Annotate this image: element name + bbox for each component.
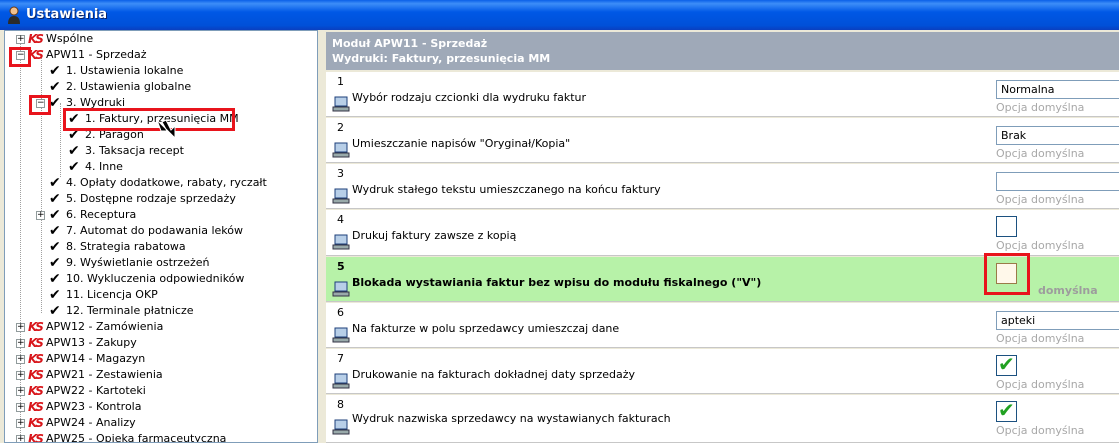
annotation-box-checkbox: [984, 253, 1030, 295]
expand-icon[interactable]: +: [16, 419, 25, 428]
expand-icon[interactable]: +: [16, 371, 25, 380]
option-row-1[interactable]: 1 Wybór rodzaju czcionki dla wydruku fak…: [326, 72, 1119, 117]
ks-logo-icon: KS: [28, 320, 44, 334]
checkmark-icon: ✔: [49, 207, 61, 223]
ks-logo-icon: KS: [28, 368, 44, 382]
checkmark-icon: ✔: [68, 159, 80, 175]
tree-item-apw13[interactable]: + KS APW13 - Zakupy: [5, 335, 305, 351]
expand-icon[interactable]: +: [16, 355, 25, 364]
tree-item-receptura[interactable]: + ✔ 6. Receptura: [5, 207, 305, 223]
tree-item-apw24[interactable]: + KS APW24 - Analizy: [5, 415, 305, 431]
seller-data-select[interactable]: apteki: [996, 311, 1119, 330]
panel-header-section: Wydruki: Faktury, przesunięcia MM: [332, 52, 551, 65]
ks-logo-icon: KS: [28, 400, 44, 414]
expand-icon[interactable]: +: [16, 323, 25, 332]
settings-window: Ustawienia + KS Wspólne − KS APW11 - Spr…: [0, 0, 1119, 443]
ks-logo-icon: KS: [28, 384, 44, 398]
option-row-6[interactable]: 6 Na fakturze w polu sprzedawcy umieszcz…: [326, 303, 1119, 348]
ks-logo-icon: KS: [28, 336, 44, 350]
ks-logo-icon: KS: [28, 352, 44, 366]
option-row-8[interactable]: 8 Wydruk nazwiska sprzedawcy na wystawia…: [326, 395, 1119, 443]
settings-panel: Moduł APW11 - Sprzedaż Wydruki: Faktury,…: [324, 30, 1119, 443]
tree-item-ustawienia-lokalne[interactable]: ✔ 1. Ustawienia lokalne: [5, 63, 305, 79]
panel-header-module: Moduł APW11 - Sprzedaż: [332, 37, 488, 50]
checkmark-icon: ✔: [49, 175, 61, 191]
checkmark-icon: ✔: [49, 271, 61, 287]
checkmark-icon: ✔: [49, 63, 61, 79]
tree-item-terminale[interactable]: ✔ 12. Terminale płatnicze: [5, 303, 305, 319]
tree-item-ostrzezenia[interactable]: ✔ 9. Wyświetlanie ostrzeżeń: [5, 255, 305, 271]
computer-icon: [332, 373, 350, 389]
expand-icon[interactable]: +: [16, 435, 25, 442]
footer-text-input[interactable]: [996, 172, 1119, 191]
checkmark-icon: ✔: [49, 255, 61, 271]
checkmark-icon: ✔: [49, 239, 61, 255]
computer-icon: [332, 234, 350, 250]
mouse-cursor-icon: [156, 119, 176, 140]
tree-item-taksacja[interactable]: ✔ 3. Taksacja recept: [5, 143, 305, 159]
tree-item-rodzaje-sprzedazy[interactable]: ✔ 5. Dostępne rodzaje sprzedaży: [5, 191, 305, 207]
expand-icon[interactable]: +: [36, 211, 45, 220]
checkmark-icon: ✔: [68, 143, 80, 159]
ks-logo-icon: KS: [28, 416, 44, 430]
option-row-3[interactable]: 3 Wydruk stałego tekstu umieszczanego na…: [326, 164, 1119, 209]
computer-icon: [332, 419, 350, 435]
annotation-box-wydruki-toggle: [29, 95, 51, 115]
tree-item-apw21[interactable]: + KS APW21 - Zestawienia: [5, 367, 305, 383]
option-row-5[interactable]: 5 Blokada wystawiania faktur bez wpisu d…: [326, 253, 1119, 302]
option-row-4[interactable]: 4 Drukuj faktury zawsze z kopią Opcja do…: [326, 210, 1119, 256]
computer-icon: [332, 188, 350, 204]
window-title: Ustawienia: [26, 7, 108, 22]
option-row-2[interactable]: 2 Umieszczanie napisów "Oryginał/Kopia" …: [326, 118, 1119, 163]
computer-icon: [332, 96, 350, 112]
tree-item-wykluczenia[interactable]: ✔ 10. Wykluczenia odpowiedników: [5, 271, 305, 287]
checkmark-icon: ✔: [49, 191, 61, 207]
tree-item-oplaty[interactable]: ✔ 4. Opłaty dodatkowe, rabaty, ryczałt: [5, 175, 305, 191]
settings-tree[interactable]: + KS Wspólne − KS APW11 - Sprzedaż ✔ 1. …: [4, 30, 318, 443]
seller-name-checkbox[interactable]: ✔: [996, 398, 1017, 422]
option-row-7[interactable]: 7 Drukowanie na fakturach dokładnej daty…: [326, 349, 1119, 394]
app-user-icon: [8, 6, 20, 24]
tree-item-wspolne[interactable]: + KS Wspólne: [5, 31, 305, 47]
computer-icon: [332, 142, 350, 158]
checkmark-icon: ✔: [998, 352, 1015, 376]
tree-item-apw12[interactable]: + KS APW12 - Zamówienia: [5, 319, 305, 335]
checkmark-icon: ✔: [49, 303, 61, 319]
checkmark-icon: ✔: [49, 79, 61, 95]
tree-item-apw25[interactable]: + KS APW25 - Opieka farmaceutyczna: [5, 431, 305, 443]
panel-header: Moduł APW11 - Sprzedaż Wydruki: Faktury,…: [326, 32, 1119, 70]
annotation-box-apw11-toggle: [9, 47, 31, 67]
computer-icon: [332, 327, 350, 343]
tree-item-apw11[interactable]: − KS APW11 - Sprzedaż: [5, 47, 305, 63]
expand-icon[interactable]: +: [16, 339, 25, 348]
exact-date-checkbox[interactable]: ✔: [996, 352, 1017, 376]
tree-item-apw23[interactable]: + KS APW23 - Kontrola: [5, 399, 305, 415]
tree-item-automat[interactable]: ✔ 7. Automat do podawania leków: [5, 223, 305, 239]
annotation-box-faktury: [63, 108, 235, 131]
ks-logo-icon: KS: [28, 32, 44, 46]
tree-item-licencja[interactable]: ✔ 11. Licencja OKP: [5, 287, 305, 303]
tree-item-apw14[interactable]: + KS APW14 - Magazyn: [5, 351, 305, 367]
font-select[interactable]: Normalna: [996, 80, 1119, 99]
title-bar: Ustawienia: [0, 0, 1119, 30]
expand-icon[interactable]: +: [16, 387, 25, 396]
checkmark-icon: ✔: [998, 398, 1015, 422]
checkmark-icon: ✔: [49, 287, 61, 303]
expand-icon[interactable]: +: [16, 403, 25, 412]
tree-item-ustawienia-globalne[interactable]: ✔ 2. Ustawienia globalne: [5, 79, 305, 95]
tree-item-strategia[interactable]: ✔ 8. Strategia rabatowa: [5, 239, 305, 255]
expand-icon[interactable]: +: [16, 35, 25, 44]
original-copy-select[interactable]: Brak: [996, 126, 1119, 145]
computer-icon: [332, 281, 350, 297]
tree-item-inne[interactable]: ✔ 4. Inne: [5, 159, 305, 175]
print-copy-checkbox[interactable]: [996, 216, 1017, 237]
checkmark-icon: ✔: [49, 95, 61, 111]
tree-item-apw22[interactable]: + KS APW22 - Kartoteki: [5, 383, 305, 399]
checkmark-icon: ✔: [49, 223, 61, 239]
ks-logo-icon: KS: [28, 432, 44, 443]
